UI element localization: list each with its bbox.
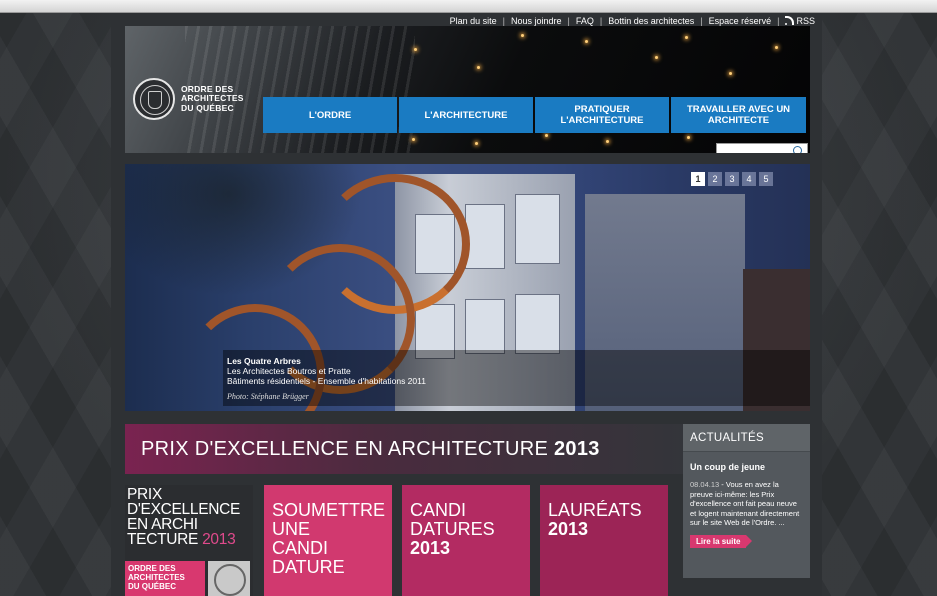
- news-title[interactable]: Un coup de jeune: [690, 462, 803, 472]
- light-dot: [606, 140, 609, 143]
- tile-line: CANDI: [410, 500, 467, 520]
- prix-banner-text: PRIX D'EXCELLENCE EN ARCHITECTURE: [141, 437, 549, 460]
- light-dot: [775, 46, 778, 49]
- light-dot: [729, 72, 732, 75]
- site-header: ORDRE DES ARCHITECTES DU QUÉBEC L'ORDRE …: [125, 26, 810, 153]
- prix-logo-line: PRIX: [127, 486, 162, 503]
- tile-line: DATURES: [410, 519, 495, 539]
- ordre-line: ORDRE DES: [128, 564, 176, 573]
- tile-candidatures[interactable]: CANDI DATURES 2013: [402, 485, 530, 596]
- light-dot: [585, 40, 588, 43]
- util-link-faq[interactable]: FAQ: [570, 16, 600, 26]
- light-dot: [685, 36, 688, 39]
- util-link-plan-du-site[interactable]: Plan du site: [444, 16, 503, 26]
- nav-item-travailler[interactable]: TRAVAILLER AVEC UN ARCHITECTE: [671, 97, 806, 133]
- seal-icon: [208, 561, 250, 596]
- slide-architect: Les Architectes Boutros et Pratte: [227, 366, 351, 376]
- nav-item-architecture[interactable]: L'ARCHITECTURE: [399, 97, 533, 133]
- site-logo[interactable]: ORDRE DES ARCHITECTES DU QUÉBEC: [133, 78, 244, 120]
- tile-line: UNE: [272, 519, 311, 539]
- slider-pager: 1 2 3 4 5: [691, 172, 773, 186]
- tile-line: LAURÉATS: [548, 500, 642, 520]
- prix-logo-line: D'EXCELLENCE: [127, 501, 241, 518]
- light-dot: [545, 134, 548, 137]
- tile-soumettre-candidature[interactable]: SOUMETTRE UNE CANDI DATURE: [264, 485, 392, 596]
- ordre-line: DU QUÉBEC: [128, 582, 177, 591]
- tile-line: CANDI: [272, 538, 329, 558]
- prix-logo-footer: ORDRE DES ARCHITECTES DU QUÉBEC: [125, 561, 253, 596]
- nav-item-ordre[interactable]: L'ORDRE: [263, 97, 397, 133]
- photo-credit: Photo: Stéphane Brügger: [227, 392, 309, 401]
- util-link-rss[interactable]: RSS: [779, 16, 821, 26]
- prix-banner-title: PRIX D'EXCELLENCE EN ARCHITECTURE 2013: [141, 438, 600, 461]
- window: [465, 299, 505, 354]
- news-item: Un coup de jeune 08.04.13 - Vous en avez…: [683, 452, 810, 559]
- news-excerpt: 08.04.13 - Vous en avez la preuve ici-mê…: [690, 480, 803, 528]
- window: [515, 194, 560, 264]
- light-dot: [412, 138, 415, 141]
- nav-item-pratiquer[interactable]: PRATIQUER L'ARCHITECTURE: [535, 97, 669, 133]
- util-link-bottin[interactable]: Bottin des architectes: [602, 16, 700, 26]
- news-heading: ACTUALITÉS: [683, 424, 810, 452]
- util-link-espace-reserve[interactable]: Espace réservé: [703, 16, 778, 26]
- prix-banner[interactable]: PRIX D'EXCELLENCE EN ARCHITECTURE 2013: [125, 424, 685, 474]
- search-box: [716, 143, 808, 153]
- slide-title: Les Quatre Arbres: [227, 356, 301, 366]
- prix-banner-year: 2013: [554, 437, 600, 460]
- rss-label: RSS: [796, 16, 815, 26]
- tile-line: SOUMETTRE: [272, 500, 386, 520]
- slide-category: Bâtiments résidentiels - Ensemble d'habi…: [227, 376, 426, 386]
- news-panel: ACTUALITÉS Un coup de jeune 08.04.13 - V…: [683, 424, 810, 578]
- slider-page-5[interactable]: 5: [759, 172, 773, 186]
- light-dot: [477, 66, 480, 69]
- search-input[interactable]: [717, 144, 793, 153]
- light-dot: [475, 142, 478, 145]
- page-container: Plan du site | Nous joindre | FAQ | Bott…: [111, 13, 822, 596]
- seal-icon: [133, 78, 175, 120]
- rss-icon: [785, 16, 795, 25]
- prix-logo-text: PRIX D'EXCELLENCE EN ARCHI TECTURE 2013: [125, 485, 253, 549]
- slider-page-3[interactable]: 3: [725, 172, 739, 186]
- light-dot: [521, 34, 524, 37]
- browser-chrome: [0, 0, 937, 13]
- prix-logo[interactable]: PRIX D'EXCELLENCE EN ARCHI TECTURE 2013 …: [125, 485, 253, 596]
- read-more-button[interactable]: Lire la suite: [690, 534, 753, 548]
- slider-page-2[interactable]: 2: [708, 172, 722, 186]
- slider-page-1[interactable]: 1: [691, 172, 705, 186]
- logo-line: DU QUÉBEC: [181, 102, 234, 113]
- ordre-line: ARCHITECTES: [128, 573, 185, 582]
- search-icon[interactable]: [793, 145, 803, 153]
- tile-laureats[interactable]: LAURÉATS 2013: [540, 485, 668, 596]
- prix-logo-year: 2013: [202, 531, 236, 548]
- light-dot: [414, 48, 417, 51]
- light-dot: [655, 56, 658, 59]
- light-dot: [687, 136, 690, 139]
- logo-text: ORDRE DES ARCHITECTES DU QUÉBEC: [181, 84, 244, 114]
- news-date: 08.04.13: [690, 480, 720, 489]
- util-link-nous-joindre[interactable]: Nous joindre: [505, 16, 568, 26]
- tile-year: 2013: [548, 519, 589, 539]
- slider-page-4[interactable]: 4: [742, 172, 756, 186]
- prix-logo-word: TECTURE: [127, 531, 199, 548]
- ordre-badge: ORDRE DES ARCHITECTES DU QUÉBEC: [125, 561, 205, 596]
- window: [515, 294, 560, 354]
- main-nav: L'ORDRE L'ARCHITECTURE PRATIQUER L'ARCHI…: [263, 97, 806, 133]
- slide-caption: Les Quatre Arbres Les Architectes Boutro…: [227, 356, 426, 386]
- prix-logo-line: TECTURE 2013: [127, 531, 251, 548]
- tile-line: DATURE: [272, 557, 345, 577]
- tile-year: 2013: [410, 538, 451, 558]
- window: [465, 204, 505, 269]
- prix-logo-line: EN ARCHI: [127, 516, 198, 533]
- hero-slider[interactable]: Les Quatre Arbres Les Architectes Boutro…: [125, 164, 810, 411]
